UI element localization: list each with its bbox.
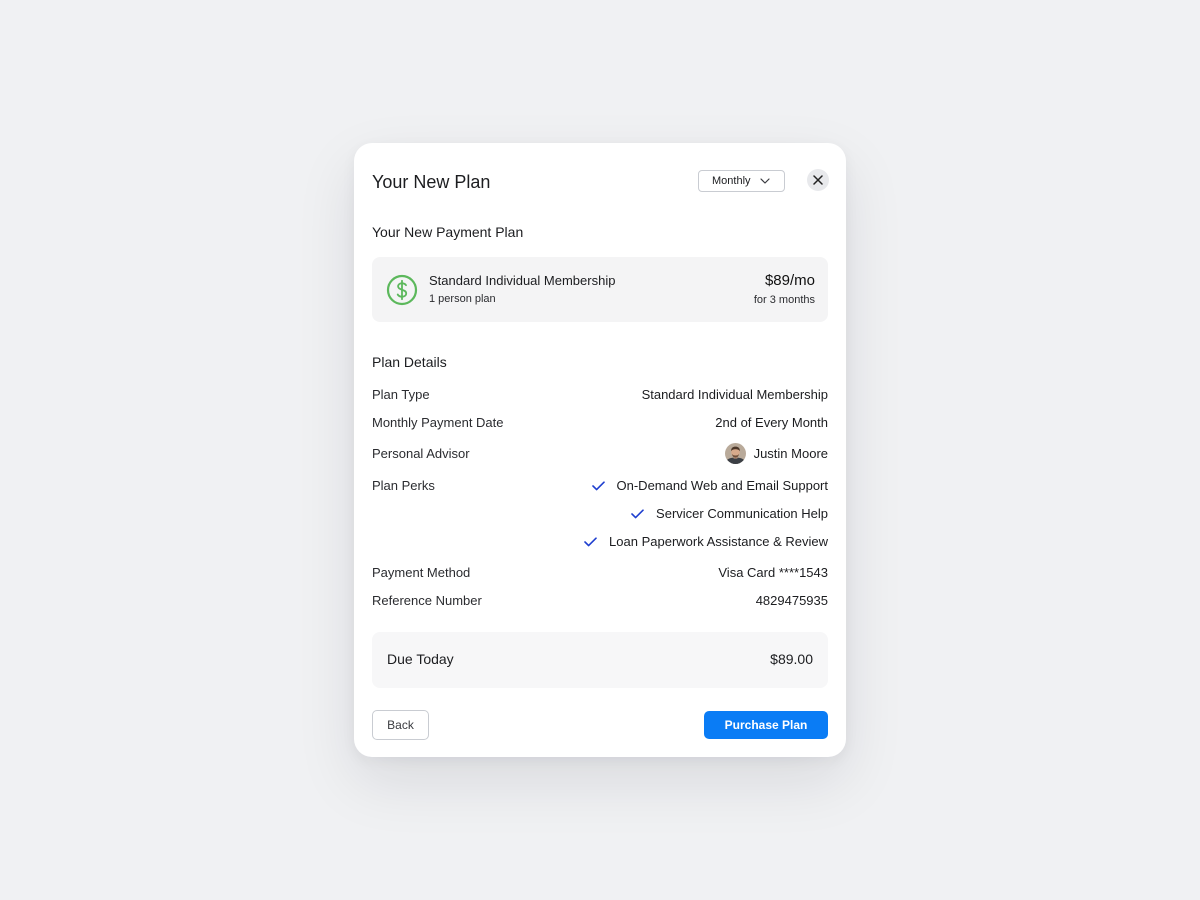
new-plan-modal: Your New Plan Monthly Your New Payment P…	[354, 143, 846, 757]
reference-value: 4829475935	[755, 593, 828, 608]
reference-label: Reference Number	[372, 593, 482, 608]
perk-label: Loan Paperwork Assistance & Review	[609, 534, 828, 549]
plan-term: for 3 months	[753, 294, 815, 306]
payment-date-label: Monthly Payment Date	[372, 415, 504, 430]
purchase-plan-button[interactable]: Purchase Plan	[704, 711, 828, 739]
check-icon	[631, 509, 644, 519]
close-button[interactable]	[807, 169, 829, 191]
plan-price: $89/mo	[764, 272, 815, 289]
advisor-value: Justin Moore	[724, 443, 828, 464]
chevron-down-icon	[759, 178, 770, 184]
advisor-name: Justin Moore	[753, 445, 828, 461]
perk-item: Servicer Communication Help	[631, 505, 828, 523]
detail-row-perks: Plan Perks On-Demand Web and Email Suppo…	[372, 477, 828, 495]
payment-method-value: Visa Card ****1543	[718, 565, 828, 580]
perk-item: On-Demand Web and Email Support	[591, 477, 828, 495]
detail-row-advisor: Personal Advisor Justin Moore	[372, 443, 828, 464]
plan-type-label: Plan Type	[372, 387, 430, 402]
due-today-label: Due Today	[387, 651, 454, 667]
payment-method-label: Payment Method	[372, 565, 471, 580]
perks-label: Plan Perks	[372, 478, 435, 493]
check-icon	[584, 537, 597, 547]
back-button[interactable]: Back	[372, 710, 429, 740]
plan-summary-card: Standard Individual Membership 1 person …	[372, 257, 828, 322]
detail-row-payment-date: Monthly Payment Date 2nd of Every Month	[372, 414, 828, 432]
plan-details-heading: Plan Details	[372, 354, 447, 370]
avatar	[724, 443, 746, 464]
plan-name: Standard Individual Membership	[429, 273, 616, 288]
due-today-amount: $89.00	[770, 651, 813, 667]
payment-date-value: 2nd of Every Month	[715, 415, 828, 430]
detail-row-perk-3: Loan Paperwork Assistance & Review	[372, 533, 828, 551]
detail-row-payment-method: Payment Method Visa Card ****1543	[372, 564, 828, 582]
plan-type-value: Standard Individual Membership	[641, 387, 828, 402]
dollar-circle-icon	[386, 274, 418, 306]
advisor-label: Personal Advisor	[372, 446, 470, 461]
detail-row-reference: Reference Number 4829475935	[372, 592, 828, 610]
close-icon	[813, 175, 823, 185]
check-icon	[591, 481, 605, 491]
payment-plan-heading: Your New Payment Plan	[372, 224, 524, 240]
detail-row-perk-2: Servicer Communication Help	[372, 505, 828, 523]
modal-title: Your New Plan	[372, 172, 491, 192]
perk-label: Servicer Communication Help	[656, 506, 828, 521]
perk-label: On-Demand Web and Email Support	[616, 478, 828, 493]
detail-row-plan-type: Plan Type Standard Individual Membership	[372, 386, 828, 404]
billing-period-select[interactable]: Monthly	[698, 170, 785, 192]
billing-period-value: Monthly	[712, 175, 751, 187]
plan-subtitle: 1 person plan	[429, 293, 496, 305]
due-today-card: Due Today $89.00	[372, 632, 828, 688]
perk-item: Loan Paperwork Assistance & Review	[584, 533, 828, 551]
